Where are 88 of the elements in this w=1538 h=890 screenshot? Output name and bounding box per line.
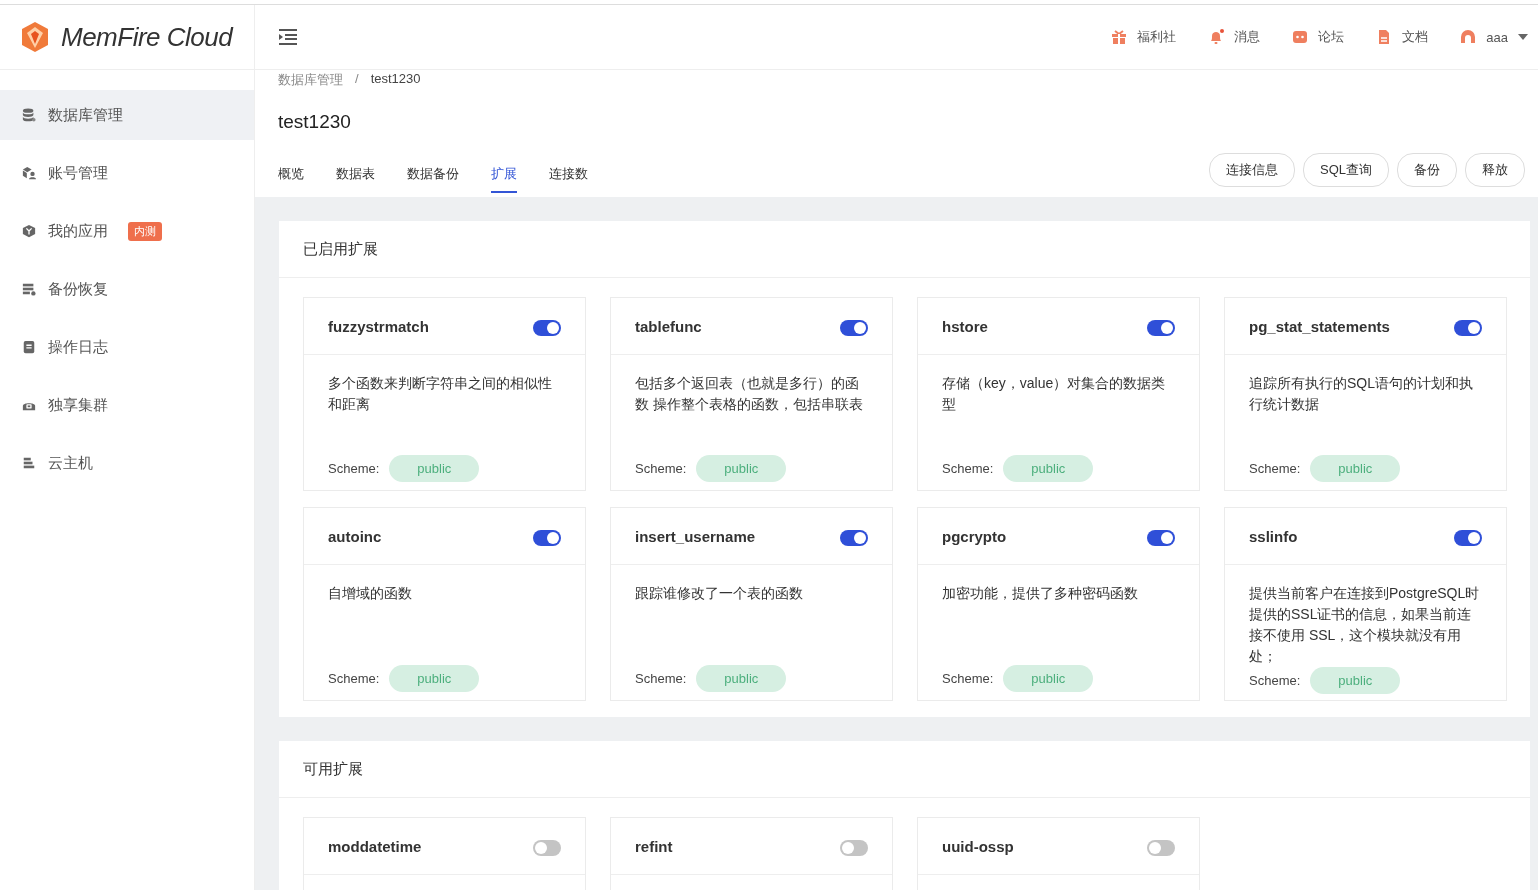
- extension-name: fuzzystrmatch: [328, 317, 429, 335]
- extension-name: pg_stat_statements: [1249, 317, 1390, 335]
- extension-name: refint: [635, 837, 673, 855]
- extension-description: 加密功能，提供了多种密码函数: [942, 584, 1139, 603]
- extension-name: tablefunc: [635, 317, 702, 335]
- tab[interactable]: 连接数: [549, 153, 588, 193]
- scheme-label: Scheme:: [635, 461, 687, 476]
- toggle-switch[interactable]: [1454, 530, 1482, 546]
- extension-name: uuid-ossp: [942, 837, 1014, 855]
- menu-collapse-icon[interactable]: [278, 29, 298, 45]
- header-link[interactable]: 文档: [1376, 28, 1429, 46]
- section-title: 已启用扩展: [279, 221, 1530, 278]
- action-button[interactable]: 备份: [1397, 153, 1457, 187]
- scheme-label: Scheme:: [1249, 673, 1301, 688]
- extension-description: 追踪所有执行的SQL语句的计划和执行统计数据: [1249, 374, 1474, 414]
- scheme-tag: public: [696, 455, 787, 482]
- scheme-tag: public: [389, 455, 480, 482]
- action-button[interactable]: 连接信息: [1209, 153, 1295, 187]
- backup-icon: [22, 282, 36, 296]
- scheme-label: Scheme:: [635, 671, 687, 686]
- action-button[interactable]: 释放: [1465, 153, 1525, 187]
- breadcrumb-item[interactable]: 数据库管理: [278, 71, 343, 89]
- scheme-label: Scheme:: [328, 671, 380, 686]
- section-title: 可用扩展: [279, 741, 1530, 798]
- toggle-switch[interactable]: [1147, 840, 1175, 856]
- sidebar-item[interactable]: 账号管理: [0, 148, 254, 198]
- beta-badge: 内测: [128, 221, 162, 241]
- log-icon: [22, 340, 36, 354]
- scheme-tag: public: [1003, 665, 1094, 692]
- extension-name: pgcrypto: [942, 527, 1007, 545]
- scheme-tag: public: [696, 665, 787, 692]
- sidebar-item[interactable]: 数据库管理: [0, 90, 254, 140]
- breadcrumb-separator: /: [355, 71, 359, 88]
- tab[interactable]: 扩展: [491, 153, 517, 193]
- extension-name: moddatetime: [328, 837, 422, 855]
- scheme-label: Scheme:: [328, 461, 380, 476]
- header-link[interactable]: 消息: [1208, 28, 1261, 46]
- extension-description: 自增域的函数: [328, 584, 413, 603]
- toggle-switch[interactable]: [840, 530, 868, 546]
- extension-description: 多个函数来判断字符串之间的相似性和距离: [328, 374, 553, 414]
- extension-description: 包括多个返回表（也就是多行）的函数 操作整个表格的函数，包括串联表: [635, 374, 864, 414]
- tab[interactable]: 数据表: [336, 153, 375, 193]
- user-menu[interactable]: aaa: [1460, 29, 1528, 45]
- breadcrumb-item: test1230: [370, 71, 421, 88]
- scheme-tag: public: [1310, 667, 1401, 694]
- sidebar-item[interactable]: 我的应用 内测: [0, 206, 254, 256]
- database-icon: [22, 108, 36, 122]
- toggle-switch[interactable]: [1147, 320, 1175, 336]
- header-link[interactable]: 论坛: [1292, 28, 1345, 46]
- scheme-tag: public: [389, 665, 480, 692]
- tab[interactable]: 概览: [278, 153, 304, 193]
- header-link[interactable]: 福利社: [1111, 28, 1177, 46]
- extension-description: 提供当前客户在连接到PostgreSQL时提供的SSL证书的信息，如果当前连接不使用 SSL，这个模块就没有用处；: [1249, 584, 1481, 666]
- sidebar-item[interactable]: 云主机: [0, 438, 254, 488]
- scheme-label: Scheme:: [942, 671, 994, 686]
- sidebar-item[interactable]: 备份恢复: [0, 264, 254, 314]
- avatar-icon: [1460, 29, 1477, 45]
- gift-icon: [1111, 29, 1128, 45]
- sidebar-item[interactable]: 操作日志: [0, 322, 254, 372]
- extension-description: 跟踪谁修改了一个表的函数: [635, 584, 804, 603]
- scheme-tag: public: [1003, 455, 1094, 482]
- sidebar-item[interactable]: 独享集群: [0, 380, 254, 430]
- toggle-switch[interactable]: [840, 320, 868, 336]
- extension-description: 存储（key，value）对集合的数据类型: [942, 374, 1167, 414]
- action-button[interactable]: SQL查询: [1303, 153, 1389, 187]
- bell-icon: [1208, 29, 1225, 45]
- toggle-switch[interactable]: [840, 840, 868, 856]
- toggle-switch[interactable]: [533, 530, 561, 546]
- logo-icon: [19, 21, 51, 53]
- extension-name: sslinfo: [1249, 527, 1298, 545]
- scheme-label: Scheme:: [1249, 461, 1301, 476]
- server-icon: [22, 456, 36, 470]
- toggle-switch[interactable]: [1454, 320, 1482, 336]
- users-icon: [22, 166, 36, 180]
- scheme-tag: public: [1310, 455, 1401, 482]
- page-title: test1230: [278, 111, 352, 133]
- scheme-label: Scheme:: [942, 461, 994, 476]
- logo-text: MemFire Cloud: [61, 21, 233, 53]
- extension-name: hstore: [942, 317, 988, 335]
- tab[interactable]: 数据备份: [407, 153, 459, 193]
- cube-icon: [22, 224, 36, 238]
- toggle-switch[interactable]: [533, 320, 561, 336]
- toggle-switch[interactable]: [1147, 530, 1175, 546]
- caret-icon: [1518, 34, 1528, 40]
- toggle-switch[interactable]: [533, 840, 561, 856]
- extension-name: autoinc: [328, 527, 382, 545]
- extension-name: insert_username: [635, 527, 756, 545]
- chat-icon: [1292, 29, 1309, 45]
